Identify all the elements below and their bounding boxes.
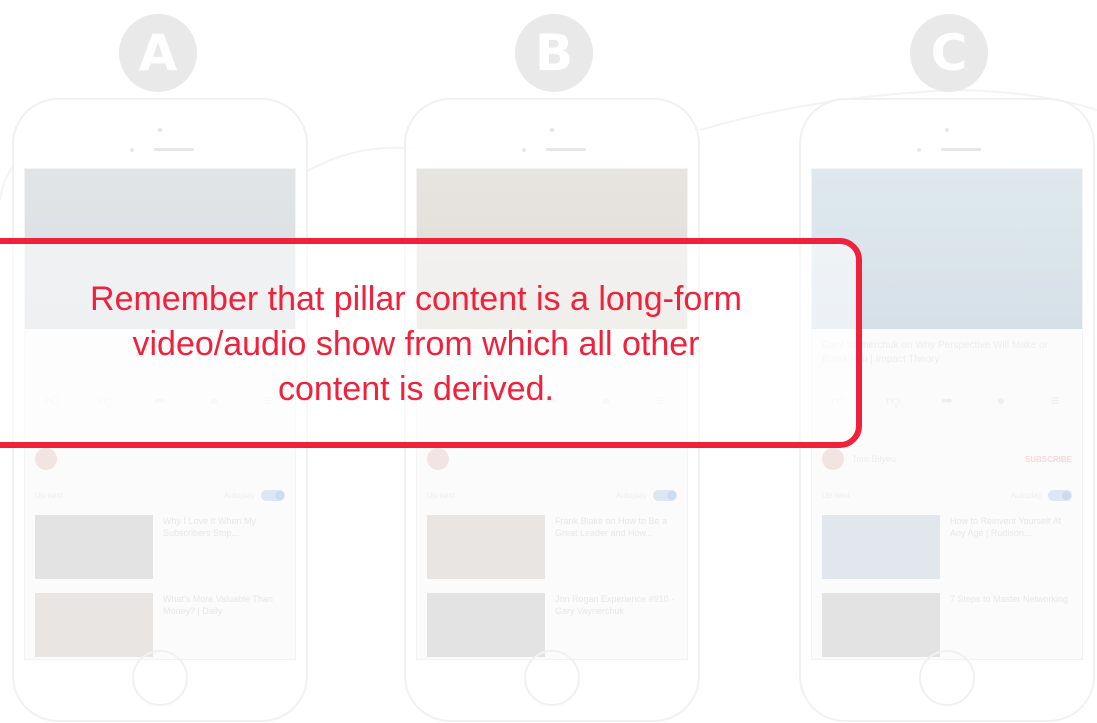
home-button[interactable] [919, 650, 975, 706]
rec-title: How to Reinvent Yourself At Any Age | Ru… [950, 516, 1062, 538]
rec-title: Why I Love It When My Subscribers Stop..… [163, 516, 257, 538]
phone-speaker [941, 148, 981, 151]
badge-b-letter: B [534, 24, 574, 82]
phone-camera [158, 128, 162, 132]
subscribe-button[interactable]: SUBSCRIBE [1025, 455, 1072, 464]
phone-sensor [522, 148, 526, 152]
up-next-row: Up next Autoplay [427, 487, 677, 503]
video-thumbnail[interactable] [822, 593, 940, 657]
up-next-row: Up next Autoplay [35, 487, 285, 503]
share-button[interactable]: ➦ [927, 391, 967, 431]
badge-c: C [910, 14, 988, 92]
list-item[interactable]: Why I Love It When My Subscribers Stop..… [35, 515, 285, 579]
slide: A B C 👍︎ 👎︎ ➦ ● ≡ Up next Au [0, 0, 1097, 723]
rec-title: What's More Valuable Than Money? | Daily [163, 594, 273, 616]
phone-speaker [546, 148, 586, 151]
rec-title: Jon Rogan Experience #910 - Gary Vaynerc… [555, 594, 675, 616]
download-icon: ● [996, 392, 1006, 408]
autoplay-toggle[interactable] [1048, 489, 1072, 501]
video-thumbnail[interactable] [427, 515, 545, 579]
avatar[interactable] [35, 448, 57, 470]
list-item[interactable]: 7 Steps to Master Networking [822, 593, 1072, 657]
home-button[interactable] [132, 650, 188, 706]
badge-c-letter: C [930, 24, 968, 82]
autoplay-toggle[interactable] [261, 489, 285, 501]
download-button[interactable]: ● [981, 391, 1021, 431]
up-next-label: Up next [427, 490, 455, 500]
up-next-label: Up next [35, 490, 63, 500]
autoplay-control: Autoplay [615, 489, 677, 501]
list-item[interactable]: How to Reinvent Yourself At Any Age | Ru… [822, 515, 1072, 579]
avatar[interactable] [427, 448, 449, 470]
video-thumbnail[interactable] [35, 515, 153, 579]
home-button[interactable] [524, 650, 580, 706]
badge-b: B [515, 14, 593, 92]
save-button[interactable]: ≡ [1035, 391, 1075, 431]
up-next-row: Up next Autoplay [822, 487, 1072, 503]
phone-sensor [130, 148, 134, 152]
dislike-button[interactable]: 👎︎ [873, 391, 913, 431]
save-icon: ≡ [1050, 392, 1060, 408]
share-icon: ➦ [941, 392, 953, 408]
autoplay-toggle[interactable] [653, 489, 677, 501]
phone-camera [550, 128, 554, 132]
list-item[interactable]: Frank Blake on How to Be a Great Leader … [427, 515, 677, 579]
autoplay-label: Autoplay [1010, 490, 1042, 500]
callout-text: Remember that pillar content is a long-f… [90, 279, 742, 408]
callout-box: Remember that pillar content is a long-f… [0, 238, 862, 448]
badge-a: A [119, 14, 197, 92]
list-item[interactable]: What's More Valuable Than Money? | Daily [35, 593, 285, 657]
avatar[interactable] [822, 448, 844, 470]
rec-title: 7 Steps to Master Networking [950, 594, 1069, 604]
autoplay-control: Autoplay [1010, 489, 1072, 501]
video-thumbnail[interactable] [35, 593, 153, 657]
up-next-label: Up next [822, 490, 850, 500]
autoplay-label: Autoplay [615, 490, 647, 500]
video-thumbnail[interactable] [427, 593, 545, 657]
autoplay-label: Autoplay [223, 490, 255, 500]
rec-title: Frank Blake on How to Be a Great Leader … [555, 516, 668, 538]
channel-row: Tom Bilyeu SUBSCRIBE [822, 441, 1072, 477]
phone-sensor [917, 148, 921, 152]
video-thumbnail[interactable] [822, 515, 940, 579]
phone-camera [945, 128, 949, 132]
thumbs-down-icon: 👎︎ [885, 392, 901, 408]
phone-speaker [154, 148, 194, 151]
channel-name[interactable]: Tom Bilyeu [852, 454, 1025, 464]
autoplay-control: Autoplay [223, 489, 285, 501]
badge-a-letter: A [138, 24, 178, 82]
list-item[interactable]: Jon Rogan Experience #910 - Gary Vaynerc… [427, 593, 677, 657]
